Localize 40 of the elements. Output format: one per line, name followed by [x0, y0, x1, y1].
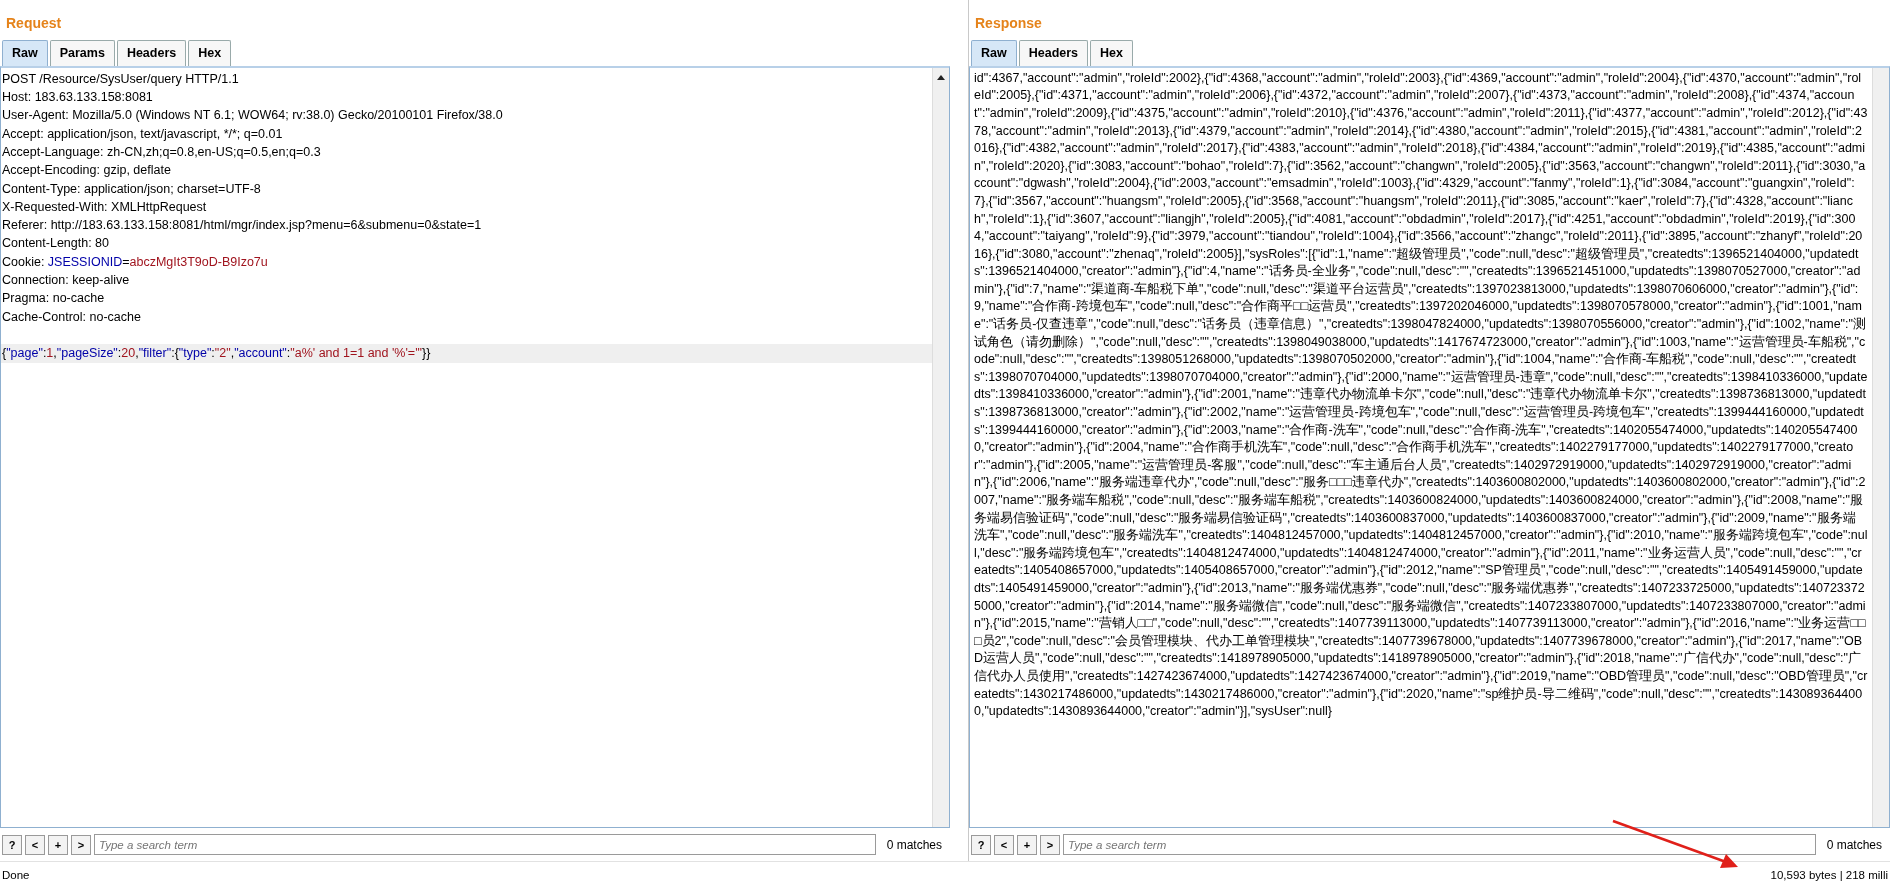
request-line: Content-Type: application/json; charset=UTF-8 [1, 180, 262, 198]
tab[interactable]: Params [49, 40, 115, 66]
request-line: User-Agent: Mozilla/5.0 (Windows NT 6.1; WOW64; rv:38.0) Gecko/20100101 Firefox/38.0 [1, 107, 504, 125]
panel-title: Request [5, 14, 63, 33]
match-count: 0 matches [885, 836, 943, 854]
help-button[interactable]: ? [971, 834, 991, 855]
tab[interactable]: Hex [1090, 40, 1133, 66]
request-line: X-Requested-With: XMLHttpRequest [1, 198, 208, 216]
request-line: Accept: application/json, text/javascript, */*; q=0.01 [1, 125, 284, 143]
panel-title: Response [974, 14, 1043, 33]
tab[interactable]: Headers [116, 40, 187, 66]
response-size: 10,593 bytes | 218 milli [1770, 867, 1888, 883]
previous-button[interactable]: < [994, 834, 1014, 855]
response-body: id":4367,"account":"admin","roleId":2002},{"id":4368,"account":"admin","roleId":2003},{"id":4369,"account":"admin","roleId":2004},{"id":4370,"account":"admin","roleId":2005},{"id":4371,"account":"admin","roleId":2006},{"id":4372,"account":"admin","roleId":2007},{"id":4373,"account":"admin","roleId":2008},{"id":4374,"account":"admin","roleId":2009},{"id":4375,"account":"admin","roleId":2010},{"id":4376,"account":"admin","roleId":2011},{"id":4377,"account":"admin","roleId":2012},{"id":4378,"account":"admin","roleId":2013},{"id":4379,"account":"admin","roleId":2014},{"id":4380,"account":"admin","roleId":2015},{"id":4381,"account":"admin","roleId":2016},{"id":4382,"account":"admin","roleId":2017},{"id":4383,"account":"admin","roleId":2018},{"id":4384,"account":"admin","roleId":2019},{"id":4385,"account":"admin","roleId":2020},{"id":3083,"account":"bohao","roleId":7},{"id":3562,"account":"changwn","roleId":2005},{"id":3563,"account":"changwn","roleId":2011},{"id":3030,"account":"dgwash","roleId":2004},{"id":2003,"account":"emsadmin","roleId":1003},{"id":4329,"account":"fanmy","roleId":1},{"id":3084,"account":"guangxin","roleId":7},{"id":3567,"account":"huangsm","roleId":2005},{"id":3568,"account":"huangsm","roleId":2011},{"id":3085,"account":"kaer","roleId":7},{"id":4328,"account":"lianch","roleId":1},{"id":3607,"account":"liangjh","roleId":2005},{"id":4081,"account":"obdadmin","roleId":2017},{"id":4251,"account":"obdadmin","roleId":2019},{"id":3004,"account":"taiyang","roleId":9},{"id":3979,"account":"tiandou","roleId":1004},{"id":3566,"account":"zhangc","roleId":2011},{"id":3895,"account":"zhanyf","roleId":2016},{"id":3080,"account":"zhenaq","roleId":2005}],"sysRoles":[{"id":1,"name":"超级管理员","code":null,"desc":"超级管理员","createdts":1396521404000,"updatedts":1396521404000,"creator":"admin"},{"id":4,"name":"话务员-全业务","code":null,"desc":"","createdts":1396521451000,"updatedts":1398070527000,"creator":"admin"},{"id":7,"name":"渠道商-车船税下单","code":null,"desc":"渠道平台运营员","createdts":1397023813000,"updatedts":1398070606000,"creator":"admin"},{"id":9,"name":"合作商-跨境包车","code":null,"desc":"合作商平□□运营员","createdts":1397202046000,"updatedts":1398070578000,"creator":"admin"},{"id":1001,"name":"话务员-仅查违章","code":null,"desc":"话务员（违章信息）","createdts":1398047824000,"updatedts":1398070556000,"creator":"admin"},{"id":1002,"name":"测试角色（请勿删除）","code":null,"desc":"","createdts":1398049038000,"updatedts":1417674723000,"creator":"admin"},{"id":1003,"name":"运营管理员-车船税","code":null,"desc":"","createdts":1398051268000,"updatedts":1398070502000,"creator":"admin"},{"id":1004,"name":"合作商-车船税","code":null,"desc":"","createdts":1398070704000,"updatedts":1398070704000,"creator":"admin"},{"id":2000,"name":"运营管理员-违章","code":null,"desc":"","createdts":1398410336000,"updatedts":1398410336000,"creator":"admin"},{"id":2001,"name":"违章代办物流单卡尔","code":null,"desc":"违章代办物流单卡尔","createdts":1398736813000,"updatedts":1398736813000,"creator":"admin"},{"id":2002,"name":"运营管理员-跨境包车","code":null,"desc":"运营管理员-跨境包车","createdts":1399444160000,"updatedts":1399444160000,"creator":"admin"},{"id":2003,"name":"合作商-洗车","code":null,"desc":"合作商-洗车","createdts":1402055474000,"updatedts":1402055474000,"creator":"admin"},{"id":2004,"name":"合作商手机洗车","code":null,"desc":"合作商手机洗车","createdts":1402279177000,"updatedts":1402279177000,"creator":"admin"},{"id":2005,"name":"运营管理员-客服","code":null,"desc":"车主通后台人员","createdts":1402972919000,"updatedts":1402972919000,"creator":"admin"},{"id":2006,"name":"服务端违章代办","code":null,"desc":"服务□□□违章代办","createdts":1403600802000,"updatedts":1403600802000,"creator":"admin"},{"id":2007,"name":"服务端车船税","code":null,"desc":"服务端车船税","createdts":1403600824000,"updatedts":1403600824000,"creator":"admin"},{"id":2008,"name":"服务端易信验证码","code":null,"desc":"服务端易信验证码","createdts":1403600837000,"updatedts":1403600837000,"creator":"admin"},{"id":2009,"name":"服务端洗车","code":null,"desc":"服务端洗车","createdts":1404812457000,"updatedts":1404812457000,"creator":"admin"},{"id":2010,"name":"服务端跨境包车","code":null,"desc":"服务端跨境包车","createdts":1404812474000,"updatedts":1404812474000,"creator":"admin"},{"id":2011,"name":"业务运营人员","code":null,"desc":"","createdts":1405408657000,"updatedts":1405408657000,"creator":"admin"},{"id":2012,"name":"SP管理员","code":null,"desc":"","createdts":1405491459000,"updatedts":1405491459000,"creator":"admin"},{"id":2013,"name":"服务端优惠券","code":null,"desc":"服务端优惠券","createdts":1407233725000,"updatedts":1407233725000,"creator":"admin"},{"id":2014,"name":"服务端微信","code":null,"desc":"服务端微信","createdts":1407233807000,"updatedts":1407233807000,"creator":"admin"},{"id":2015,"name":"营销人□□","code":null,"desc":"","createdts":1407739113000,"updatedts":1407739113000,"creator":"admin"},{"id":2016,"name":"业务运营□□□员2","code":null,"desc":"会员管理模块、代办工单管理模块","createdts":1407739678000,"updatedts":1407739678000,"creator":"admin"},{"id":2017,"name":"OBD运营人员","code":null,"desc":"","createdts":1418978905000,"updatedts":1418978905000,"creator":"admin"},{"id":2018,"name":"广信代办","code":null,"desc":"广信代办人员使用","createdts":1427423674000,"updatedts":1427423674000,"creator":"admin"},{"id":2019,"name":"OBD管理员","code":null,"desc":"OBD管理员","createdts":1430217486000,"updatedts":1430217486000,"creator":"admin"},{"id":2020,"name":"sp维护员-导二维码","code":null,"desc":"","createdts":1430893644000,"updatedts":1430893644000,"creator":"admin"}],"sysUser":null} [973, 69, 1869, 721]
previous-button[interactable]: < [25, 834, 45, 855]
tab[interactable]: Raw [971, 40, 1017, 66]
match-count: 0 matches [1825, 836, 1883, 854]
request-line: Cache-Control: no-cache [1, 308, 142, 326]
add-button[interactable]: + [1017, 834, 1037, 855]
request-line: Host: 183.63.133.158:8081 [1, 89, 154, 107]
next-button[interactable]: > [71, 834, 91, 855]
request-line: Pragma: no-cache [1, 290, 106, 308]
add-button[interactable]: + [48, 834, 68, 855]
request-line: Connection: keep-alive [1, 272, 131, 289]
status-text: Done [2, 867, 30, 883]
search-field[interactable]: Type a search term [1063, 834, 1816, 855]
request-line: Cookie: JSESSIONID=abczMgIt3T9oD-B9Izo7u [1, 253, 269, 271]
help-button[interactable]: ? [2, 834, 22, 855]
tab[interactable]: Hex [188, 40, 232, 66]
request-line: Referer: http://183.63.133.158:8081/html/mgr/index.jsp?menu=6&submenu=0&state=1 [1, 217, 483, 235]
request-line: Accept-Encoding: gzip, deflate [1, 162, 172, 180]
tab[interactable]: Raw [2, 40, 48, 66]
scrollbar[interactable] [1872, 67, 1889, 827]
search-field[interactable]: Type a search term [94, 834, 876, 855]
next-button[interactable]: > [1040, 834, 1060, 855]
scrollbar[interactable] [932, 67, 949, 827]
request-line: Accept-Language: zh-CN,zh;q=0.8,en-US;q=0.5,en;q=0.3 [1, 143, 322, 161]
request-line: POST /Resource/SysUser/query HTTP/1.1 [1, 70, 240, 88]
tab[interactable]: Headers [1018, 40, 1089, 66]
request-line: Content-Length: 80 [1, 235, 111, 253]
